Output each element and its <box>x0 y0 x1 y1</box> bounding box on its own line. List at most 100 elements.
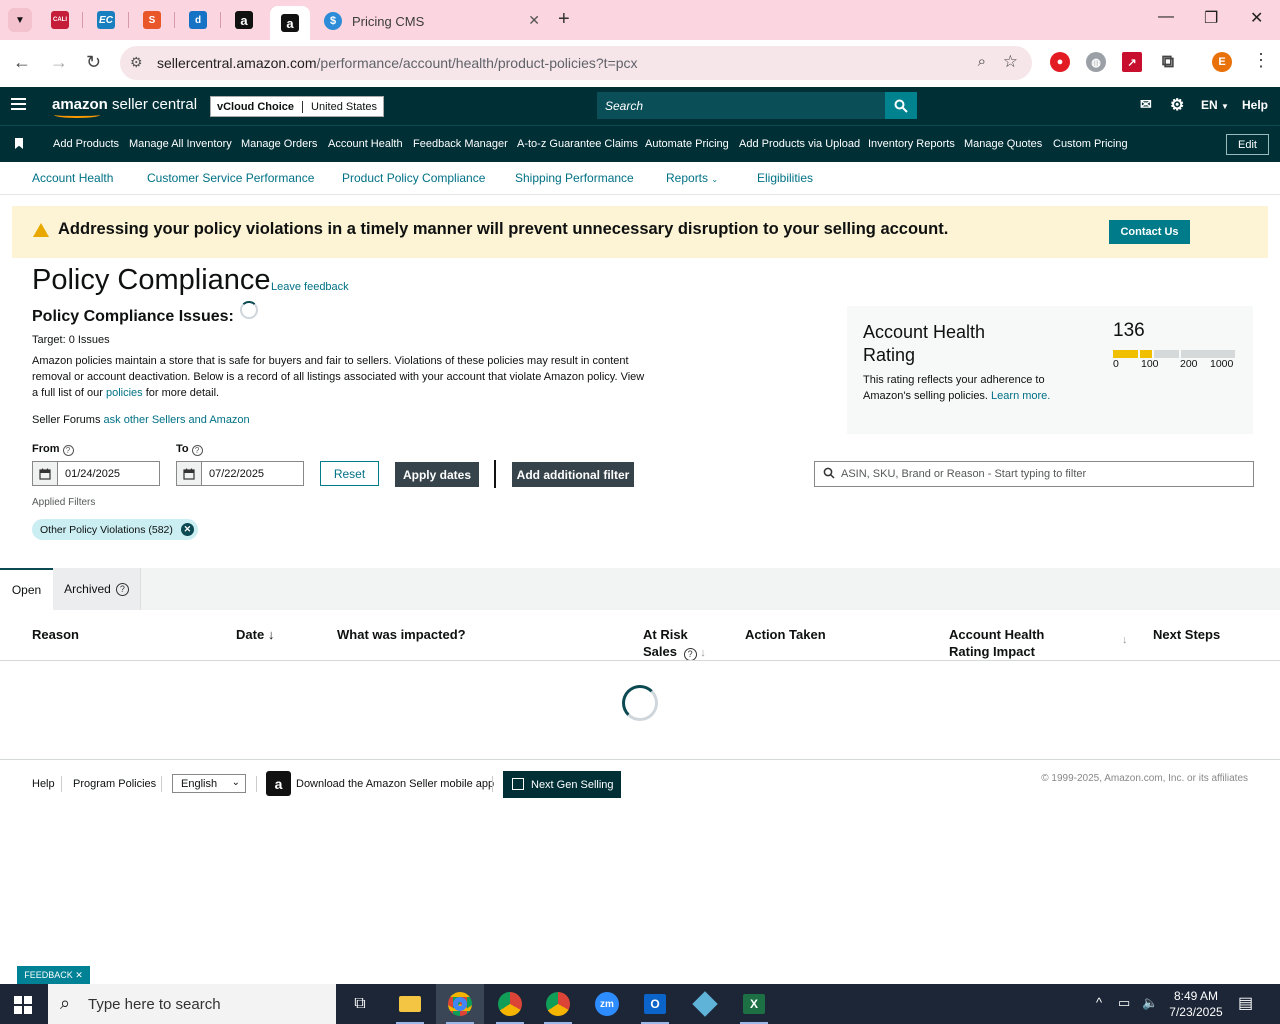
nav-add-products[interactable]: Add Products <box>53 138 119 150</box>
learn-more-link[interactable]: Learn more. <box>991 390 1050 402</box>
help-link[interactable]: Help <box>1242 98 1268 112</box>
tab-archived[interactable]: Archived? <box>53 568 141 610</box>
nav-account-health[interactable]: Account Health <box>328 138 403 150</box>
tray-chevron-up-icon[interactable]: ^ <box>1096 995 1102 1010</box>
menu-kebab-icon[interactable]: ⋮ <box>1252 50 1270 71</box>
tab-d[interactable]: d <box>186 8 210 32</box>
bookmark-icon[interactable] <box>15 138 23 149</box>
forward-arrow-icon[interactable]: → <box>50 52 68 73</box>
tab-amazon-active[interactable]: a <box>270 6 310 40</box>
globe-extension-icon[interactable]: ◍ <box>1086 52 1106 72</box>
subnav-shipping-performance[interactable]: Shipping Performance <box>515 171 634 185</box>
diamond-app-icon[interactable] <box>681 984 729 1024</box>
edit-nav-button[interactable]: Edit <box>1226 134 1269 155</box>
store-selector[interactable]: vCloud Choice United States <box>210 96 385 117</box>
mail-icon[interactable]: ✉ <box>1140 96 1152 113</box>
close-window-icon[interactable]: ✕ <box>1250 8 1263 28</box>
subnav-product-policy-compliance[interactable]: Product Policy Compliance <box>342 171 485 185</box>
tab-pricing-cms[interactable]: $ Pricing CMS ✕ <box>316 6 550 36</box>
filter-chip-other-policy[interactable]: Other Policy Violations (582) ✕ <box>32 519 198 540</box>
filter-search-input[interactable]: ASIN, SKU, Brand or Reason - Start typin… <box>814 461 1254 487</box>
remove-filter-icon[interactable]: ✕ <box>180 523 194 536</box>
file-explorer-icon[interactable] <box>386 984 434 1024</box>
help-icon[interactable]: ? <box>191 445 203 456</box>
tab-close-icon[interactable]: ✕ <box>528 12 540 29</box>
tab-amazon-1[interactable]: a <box>232 8 256 32</box>
minimize-icon[interactable]: — <box>1158 8 1174 26</box>
nav-add-products-upload[interactable]: Add Products via Upload <box>739 138 860 150</box>
policies-link[interactable]: policies <box>106 387 143 399</box>
taskbar-clock[interactable]: 8:49 AM 7/23/2025 <box>1166 988 1226 1020</box>
tab-cali[interactable]: CALI <box>48 8 72 32</box>
footer-program-policies-link[interactable]: Program Policies <box>73 778 156 790</box>
task-view-icon[interactable]: ⧉ <box>336 984 384 1024</box>
tab-ec[interactable]: EC <box>94 8 118 32</box>
col-at-risk-sales[interactable]: At Risk Sales ? ↓ <box>643 626 706 662</box>
subnav-customer-service-performance[interactable]: Customer Service Performance <box>147 171 314 185</box>
zoom-app-icon[interactable]: zm <box>583 984 631 1024</box>
contact-us-button[interactable]: Contact Us <box>1109 220 1190 244</box>
subnav-account-health[interactable]: Account Health <box>32 171 113 185</box>
language-selector[interactable]: EN ▼ <box>1201 98 1229 112</box>
nav-inventory-reports[interactable]: Inventory Reports <box>868 138 955 150</box>
header-search-input[interactable]: Search <box>597 92 885 119</box>
hamburger-menu-icon[interactable] <box>11 98 26 113</box>
leave-feedback-link[interactable]: Leave feedback <box>271 281 349 293</box>
extensions-puzzle-icon[interactable]: ⧉ <box>1158 52 1178 72</box>
bookmark-star-icon[interactable]: ☆ <box>1003 52 1018 72</box>
help-icon[interactable]: ? <box>115 582 129 596</box>
site-info-icon[interactable]: ⚙ <box>130 54 143 71</box>
chrome-profile-icon[interactable] <box>486 984 534 1024</box>
help-icon[interactable]: ? <box>62 445 74 456</box>
subnav-reports[interactable]: Reports ⌄ <box>666 171 718 185</box>
adblock-extension-icon[interactable]: ● <box>1050 52 1070 72</box>
footer-help-link[interactable]: Help <box>32 778 55 790</box>
feedback-tab[interactable]: FEEDBACK ✕ <box>17 966 90 984</box>
amazon-app-icon[interactable]: a <box>266 771 291 796</box>
seller-central-logo[interactable]: amazon seller central <box>52 96 197 118</box>
nav-manage-all-inventory[interactable]: Manage All Inventory <box>129 138 232 150</box>
nav-manage-quotes[interactable]: Manage Quotes <box>964 138 1042 150</box>
calendar-icon[interactable] <box>177 462 202 485</box>
back-arrow-icon[interactable]: ← <box>13 52 31 73</box>
notifications-icon[interactable]: ▤ <box>1238 993 1253 1013</box>
reload-icon[interactable]: ↻ <box>86 52 101 73</box>
nav-a-to-z-claims[interactable]: A-to-z Guarantee Claims <box>517 138 638 150</box>
add-filter-button[interactable]: Add additional filter <box>512 462 634 487</box>
header-search-button[interactable] <box>885 92 917 119</box>
taskbar-search-input[interactable]: ⌕ Type here to search <box>48 984 336 1024</box>
chrome-profile-2-icon[interactable] <box>534 984 582 1024</box>
ask-sellers-link[interactable]: ask other Sellers and Amazon <box>104 414 250 426</box>
windows-start-icon[interactable] <box>14 996 32 1014</box>
chrome-icon[interactable] <box>436 984 484 1024</box>
nav-manage-orders[interactable]: Manage Orders <box>241 138 317 150</box>
nav-automate-pricing[interactable]: Automate Pricing <box>645 138 729 150</box>
new-tab-plus-icon[interactable]: + <box>558 8 570 31</box>
download-app-link[interactable]: Download the Amazon Seller mobile app <box>296 778 494 790</box>
calendar-icon[interactable] <box>33 462 58 485</box>
outlook-icon[interactable]: O <box>631 984 679 1024</box>
footer-language-select[interactable]: English ⌄ <box>172 774 246 793</box>
reset-button[interactable]: Reset <box>320 461 379 486</box>
tab-s[interactable]: S <box>140 8 164 32</box>
sort-down-icon[interactable]: ↓ <box>268 627 275 642</box>
col-date[interactable]: Date ↓ <box>236 626 274 643</box>
next-gen-selling-button[interactable]: Next Gen Selling <box>503 771 621 798</box>
network-icon[interactable]: ▭ <box>1118 995 1130 1011</box>
profile-avatar[interactable]: E <box>1212 52 1232 72</box>
nav-feedback-manager[interactable]: Feedback Manager <box>413 138 508 150</box>
from-date-input[interactable]: 01/24/2025 <box>32 461 160 486</box>
nav-custom-pricing[interactable]: Custom Pricing <box>1053 138 1128 150</box>
sort-icon[interactable]: ↓ <box>1122 632 1128 649</box>
settings-gear-icon[interactable]: ⚙ <box>1170 95 1184 115</box>
tab-search-button[interactable]: ▼ <box>8 8 32 32</box>
pdf-extension-icon[interactable]: ↗ <box>1122 52 1142 72</box>
restore-icon[interactable]: ❐ <box>1204 8 1218 28</box>
sort-icon[interactable]: ↓ <box>700 647 706 659</box>
to-date-input[interactable]: 07/22/2025 <box>176 461 304 486</box>
excel-icon[interactable]: X <box>730 984 778 1024</box>
subnav-eligibilities[interactable]: Eligibilities <box>757 171 813 185</box>
zoom-icon[interactable]: ⌕ <box>978 53 986 70</box>
volume-icon[interactable]: 🔈 <box>1142 995 1158 1011</box>
url-omnibox[interactable]: ⚙ sellercentral.amazon.com/performance/a… <box>120 46 1032 80</box>
